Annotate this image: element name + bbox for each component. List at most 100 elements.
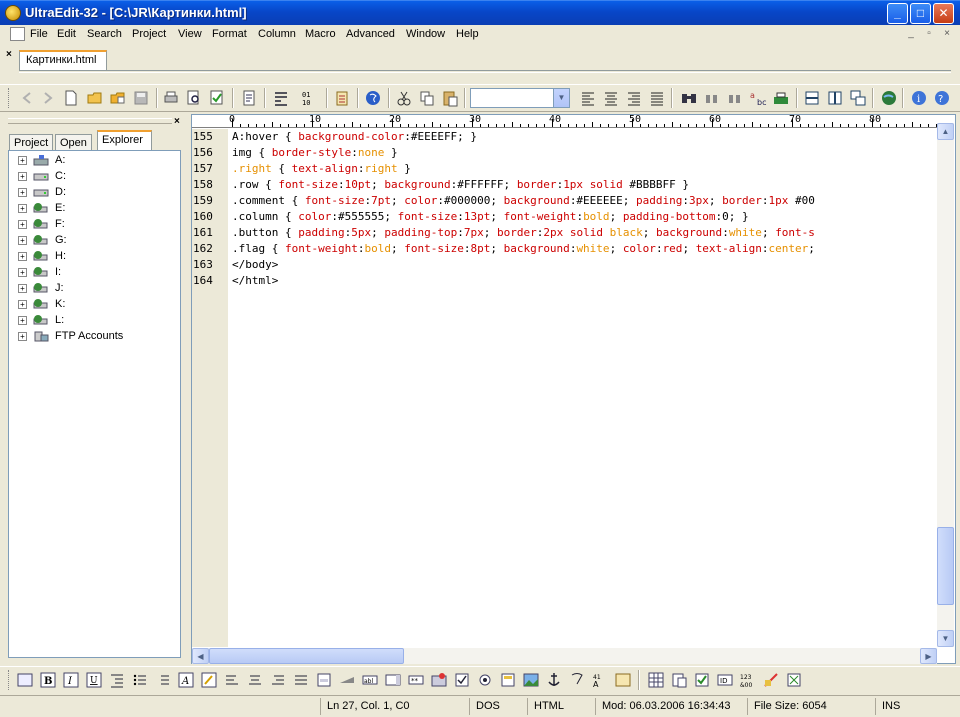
justify-icon[interactable]	[648, 89, 666, 107]
expand-icon[interactable]: +	[18, 156, 27, 165]
help-icon[interactable]: i	[910, 89, 928, 107]
document-properties-icon[interactable]	[240, 89, 258, 107]
find-previous-icon[interactable]	[726, 89, 744, 107]
close-button[interactable]: ✕	[933, 3, 954, 24]
html-tidy-icon[interactable]	[785, 671, 803, 689]
app-icon[interactable]	[5, 5, 21, 21]
checkbox-icon[interactable]	[453, 671, 471, 689]
tree-node[interactable]: + H:	[9, 249, 179, 265]
underline-icon[interactable]: U	[85, 671, 103, 689]
horizontal-scroll-thumb[interactable]	[209, 648, 404, 664]
paste-icon[interactable]	[441, 89, 459, 107]
find-icon[interactable]	[680, 89, 698, 107]
expand-icon[interactable]: +	[18, 316, 27, 325]
expand-icon[interactable]: +	[18, 188, 27, 197]
font-size-dropdown[interactable]: ▼	[470, 88, 570, 108]
chevron-down-icon[interactable]: ▼	[553, 89, 569, 107]
menu-file[interactable]: File	[30, 27, 48, 41]
align-center-icon[interactable]	[602, 89, 620, 107]
split-horizontal-icon[interactable]	[803, 89, 821, 107]
align-right-para-icon[interactable]	[269, 671, 287, 689]
horizontal-rule-icon[interactable]	[338, 671, 356, 689]
bold-icon[interactable]: B	[39, 671, 57, 689]
tree-node[interactable]: + C:	[9, 169, 179, 185]
find-next-icon[interactable]	[703, 89, 721, 107]
table-icon[interactable]	[614, 671, 632, 689]
tree-node[interactable]: + FTP Accounts	[9, 329, 179, 345]
align-left-icon[interactable]	[579, 89, 597, 107]
back-icon[interactable]	[18, 89, 36, 107]
pane-title-bar[interactable]	[8, 118, 172, 124]
cascade-windows-icon[interactable]	[849, 89, 867, 107]
menu-macro[interactable]: Macro	[305, 27, 336, 41]
tab-open[interactable]: Open	[55, 134, 92, 151]
tree-node[interactable]: + J:	[9, 281, 179, 297]
menu-format[interactable]: Format	[212, 27, 247, 41]
expand-icon[interactable]: +	[18, 204, 27, 213]
forward-icon[interactable]	[39, 89, 57, 107]
form-icon[interactable]	[315, 671, 333, 689]
spell-check-icon[interactable]	[208, 89, 226, 107]
script-icon[interactable]	[568, 671, 586, 689]
character-code-icon[interactable]: 123&00	[739, 671, 757, 689]
scroll-left-button[interactable]: ◀	[192, 648, 209, 664]
italic-icon[interactable]: I	[62, 671, 80, 689]
menu-search[interactable]: Search	[87, 27, 122, 41]
find-in-files-icon[interactable]	[772, 89, 790, 107]
split-vertical-icon[interactable]	[826, 89, 844, 107]
table-properties-icon[interactable]	[670, 671, 688, 689]
context-help-icon[interactable]: ?	[933, 89, 951, 107]
cut-icon[interactable]	[395, 89, 413, 107]
tab-close-icon[interactable]: ×	[6, 49, 12, 60]
scroll-right-button[interactable]: ▶	[920, 648, 937, 664]
open-project-icon[interactable]	[109, 89, 127, 107]
copy-icon[interactable]	[418, 89, 436, 107]
replace-icon[interactable]: abc	[749, 89, 767, 107]
anchor-icon[interactable]	[545, 671, 563, 689]
tree-node[interactable]: + E:	[9, 201, 179, 217]
expand-icon[interactable]: +	[18, 268, 27, 277]
new-file-icon[interactable]	[62, 89, 80, 107]
mdi-restore-button[interactable]: ▫	[922, 28, 936, 41]
scroll-up-button[interactable]: ▲	[937, 123, 954, 140]
mdi-minimize-button[interactable]: _	[904, 28, 918, 41]
image-button-icon[interactable]	[430, 671, 448, 689]
menu-column[interactable]: Column	[258, 27, 296, 41]
toolbar-grip[interactable]	[8, 88, 11, 108]
ftp-globe-icon[interactable]	[880, 89, 898, 107]
paragraph-icon[interactable]	[292, 671, 310, 689]
validate-icon[interactable]	[693, 671, 711, 689]
tree-node[interactable]: + G:	[9, 233, 179, 249]
listbox-icon[interactable]	[499, 671, 517, 689]
tree-node[interactable]: + F:	[9, 217, 179, 233]
expand-icon[interactable]: +	[18, 172, 27, 181]
print-icon[interactable]	[162, 89, 180, 107]
tree-node[interactable]: + K:	[9, 297, 179, 313]
align-center-para-icon[interactable]	[246, 671, 264, 689]
menu-project[interactable]: Project	[132, 27, 166, 41]
expand-icon[interactable]: +	[18, 252, 27, 261]
browser-view-icon[interactable]	[364, 89, 382, 107]
menu-help[interactable]: Help	[456, 27, 479, 41]
open-folder-icon[interactable]	[86, 89, 104, 107]
bullet-list-icon[interactable]	[131, 671, 149, 689]
print-preview-icon[interactable]	[185, 89, 203, 107]
css-icon[interactable]	[762, 671, 780, 689]
vertical-scroll-thumb[interactable]	[937, 527, 954, 605]
hex-mode-icon[interactable]: 0110	[301, 89, 319, 107]
menu-view[interactable]: View	[178, 27, 202, 41]
html-tag-icon[interactable]	[16, 671, 34, 689]
tab-explorer[interactable]: Explorer	[97, 130, 152, 151]
image-icon[interactable]	[522, 671, 540, 689]
font-icon[interactable]: A	[177, 671, 195, 689]
pane-close-icon[interactable]: ×	[174, 116, 180, 127]
radio-button-icon[interactable]	[476, 671, 494, 689]
mdi-close-button[interactable]: ×	[940, 28, 954, 41]
tree-node[interactable]: + D:	[9, 185, 179, 201]
menu-edit[interactable]: Edit	[57, 27, 76, 41]
highlight-icon[interactable]	[200, 671, 218, 689]
toolbar-grip[interactable]	[8, 670, 11, 690]
password-field-icon[interactable]: **	[407, 671, 425, 689]
tree-node[interactable]: + L:	[9, 313, 179, 329]
expand-icon[interactable]: +	[18, 284, 27, 293]
